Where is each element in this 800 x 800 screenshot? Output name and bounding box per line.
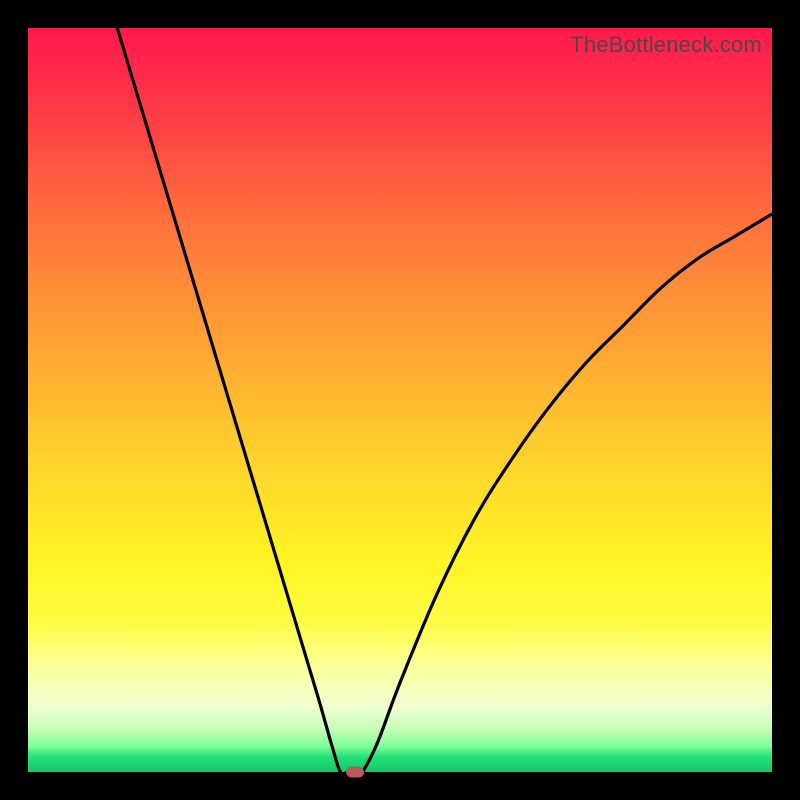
optimum-marker bbox=[346, 767, 364, 778]
watermark-text: TheBottleneck.com bbox=[570, 32, 762, 58]
bottleneck-curve bbox=[28, 28, 772, 772]
curve-path bbox=[117, 28, 772, 772]
chart-frame: TheBottleneck.com bbox=[0, 0, 800, 800]
plot-area: TheBottleneck.com bbox=[28, 28, 772, 772]
